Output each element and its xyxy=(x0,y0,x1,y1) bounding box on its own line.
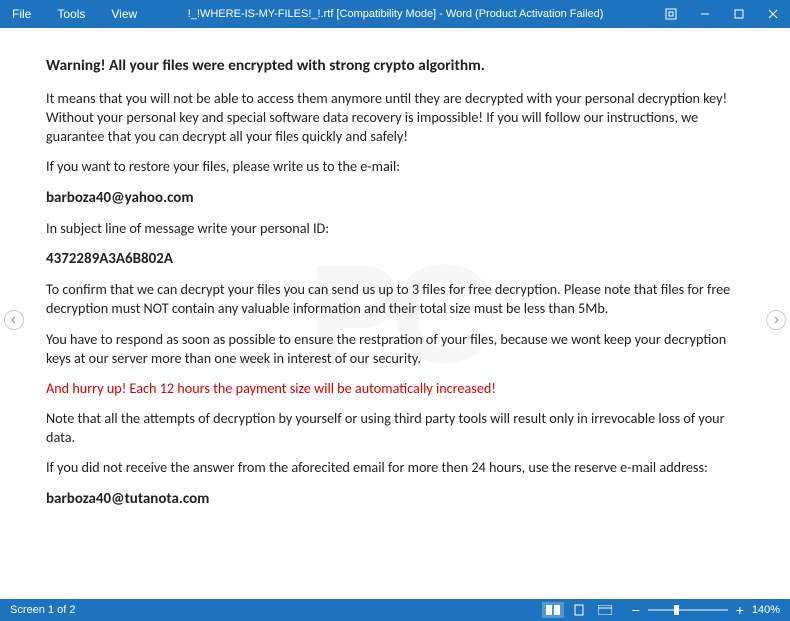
document-content: Warning! All your files were encrypted w… xyxy=(46,56,744,509)
status-right-group: − + 140% xyxy=(542,602,780,618)
doc-paragraph: It means that you will not be able to ac… xyxy=(46,89,744,147)
zoom-slider[interactable] xyxy=(648,609,728,611)
doc-paragraph: If you did not receive the answer from t… xyxy=(46,458,744,477)
doc-email-reserve: barboza40@tutanota.com xyxy=(46,489,744,509)
window-controls xyxy=(654,0,790,28)
zoom-in-button[interactable]: + xyxy=(734,602,746,618)
status-screen-count[interactable]: Screen 1 of 2 xyxy=(10,604,542,616)
menu-tools[interactable]: Tools xyxy=(57,7,85,21)
doc-paragraph: In subject line of message write your pe… xyxy=(46,219,744,238)
menu-view[interactable]: View xyxy=(111,7,137,21)
view-print-layout-icon[interactable] xyxy=(568,602,590,618)
menu-file[interactable]: File xyxy=(12,7,31,21)
doc-email-primary: barboza40@yahoo.com xyxy=(46,188,744,208)
doc-warning-red: And hurry up! Each 12 hours the payment … xyxy=(46,379,744,398)
zoom-out-button[interactable]: − xyxy=(630,602,642,618)
doc-personal-id: 4372289A3A6B802A xyxy=(46,249,744,269)
doc-paragraph: Note that all the attempts of decryption… xyxy=(46,409,744,447)
document-area: PC Warning! All your files were encrypte… xyxy=(0,28,790,599)
minimize-icon[interactable] xyxy=(688,0,722,28)
doc-paragraph: If you want to restore your files, pleas… xyxy=(46,157,744,176)
doc-heading: Warning! All your files were encrypted w… xyxy=(46,56,744,77)
nav-next-button[interactable] xyxy=(766,310,786,330)
view-read-mode-icon[interactable] xyxy=(542,602,564,618)
nav-prev-button[interactable] xyxy=(4,310,24,330)
zoom-thumb[interactable] xyxy=(674,605,679,615)
doc-paragraph: To confirm that we can decrypt your file… xyxy=(46,280,744,318)
display-options-icon[interactable] xyxy=(654,0,688,28)
doc-paragraph: You have to respond as soon as possible … xyxy=(46,330,744,368)
titlebar: File Tools View !_!WHERE-IS-MY-FILES!_!.… xyxy=(0,0,790,28)
menu-bar: File Tools View xyxy=(0,7,137,21)
view-web-layout-icon[interactable] xyxy=(594,602,616,618)
maximize-icon[interactable] xyxy=(722,0,756,28)
zoom-control: − + 140% xyxy=(630,602,780,618)
window-title: !_!WHERE-IS-MY-FILES!_!.rtf [Compatibili… xyxy=(137,8,654,20)
statusbar: Screen 1 of 2 − + 140% xyxy=(0,599,790,621)
close-icon[interactable] xyxy=(756,0,790,28)
zoom-level[interactable]: 140% xyxy=(752,604,780,616)
